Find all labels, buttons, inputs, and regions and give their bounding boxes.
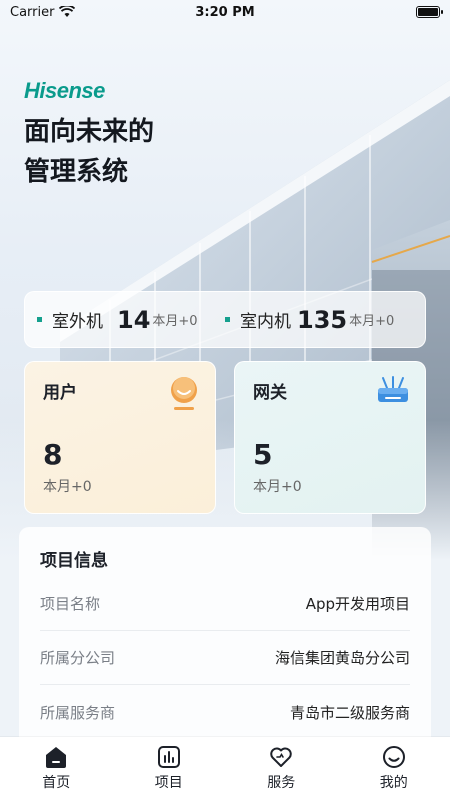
status-left: Carrier — [10, 4, 76, 20]
tab-me[interactable]: 我的 — [354, 745, 434, 792]
gateways-count: 5 — [253, 438, 273, 471]
stat-value: 135 — [297, 305, 348, 334]
brand-logo: Hisense — [24, 78, 105, 103]
tab-label: 项目 — [154, 775, 183, 791]
tab-projects[interactable]: 项目 — [129, 745, 209, 792]
project-info-title: 项目信息 — [40, 551, 108, 571]
smile-icon — [382, 746, 405, 768]
chart-icon — [157, 746, 180, 768]
headline: 面向未来的 管理系统 — [24, 112, 154, 192]
stat-value: 14 — [117, 305, 151, 334]
tab-label: 首页 — [42, 775, 71, 791]
info-key: 所属服务商 — [40, 703, 116, 722]
users-count: 8 — [43, 438, 63, 471]
stat-indoor-units[interactable]: 室内机 135 本月+0 — [225, 306, 413, 334]
gateways-card[interactable]: 网关 5 本月+0 — [234, 361, 426, 514]
info-key: 所属分公司 — [40, 649, 116, 667]
stat-sub: 本月+0 — [349, 314, 395, 329]
bottom-tab-bar: 首页 项目 服务 我的 — [0, 737, 450, 800]
tab-label: 服务 — [267, 775, 296, 791]
tab-label: 我的 — [379, 775, 408, 791]
bullet-icon — [37, 317, 42, 322]
home-icon — [46, 747, 67, 768]
gateways-monthly-change: 本月+0 — [253, 479, 302, 495]
bullet-icon — [225, 317, 230, 322]
stat-label: 室内机 — [240, 312, 291, 332]
wifi-icon — [59, 6, 76, 17]
stat-label: 室外机 — [52, 312, 103, 332]
users-card[interactable]: 用户 8 本月+0 — [24, 361, 216, 514]
info-key: 项目名称 — [40, 595, 101, 613]
info-value: App开发用项目 — [305, 595, 410, 613]
info-row-service-provider: 所属服务商 青岛市二级服务商 — [40, 685, 410, 739]
stat-sub: 本月+0 — [152, 314, 198, 329]
heart-icon — [270, 747, 292, 767]
info-value: 青岛市二级服务商 — [289, 703, 410, 722]
device-stats: 室外机 14 本月+0 室内机 135 本月+0 — [24, 291, 426, 348]
tab-home[interactable]: 首页 — [16, 745, 96, 792]
stat-outdoor-units[interactable]: 室外机 14 本月+0 — [37, 306, 225, 334]
status-time: 3:20 PM — [195, 4, 255, 20]
users-monthly-change: 本月+0 — [43, 479, 92, 495]
carrier-label: Carrier — [10, 4, 55, 20]
headline-line-1: 面向未来的 — [24, 117, 155, 147]
info-row-branch: 所属分公司 海信集团黄岛分公司 — [40, 631, 410, 685]
router-icon — [378, 376, 408, 402]
status-bar: Carrier 3:20 PM — [0, 0, 450, 24]
tab-services[interactable]: 服务 — [241, 745, 321, 792]
info-value: 海信集团黄岛分公司 — [274, 649, 410, 667]
info-row-project-name: 项目名称 App开发用项目 — [40, 577, 410, 631]
user-avatar-icon — [171, 377, 197, 410]
project-info-panel: 项目信息 项目名称 App开发用项目 所属分公司 海信集团黄岛分公司 所属服务商… — [19, 527, 431, 757]
battery-icon — [416, 6, 443, 18]
headline-line-2: 管理系统 — [24, 157, 129, 187]
